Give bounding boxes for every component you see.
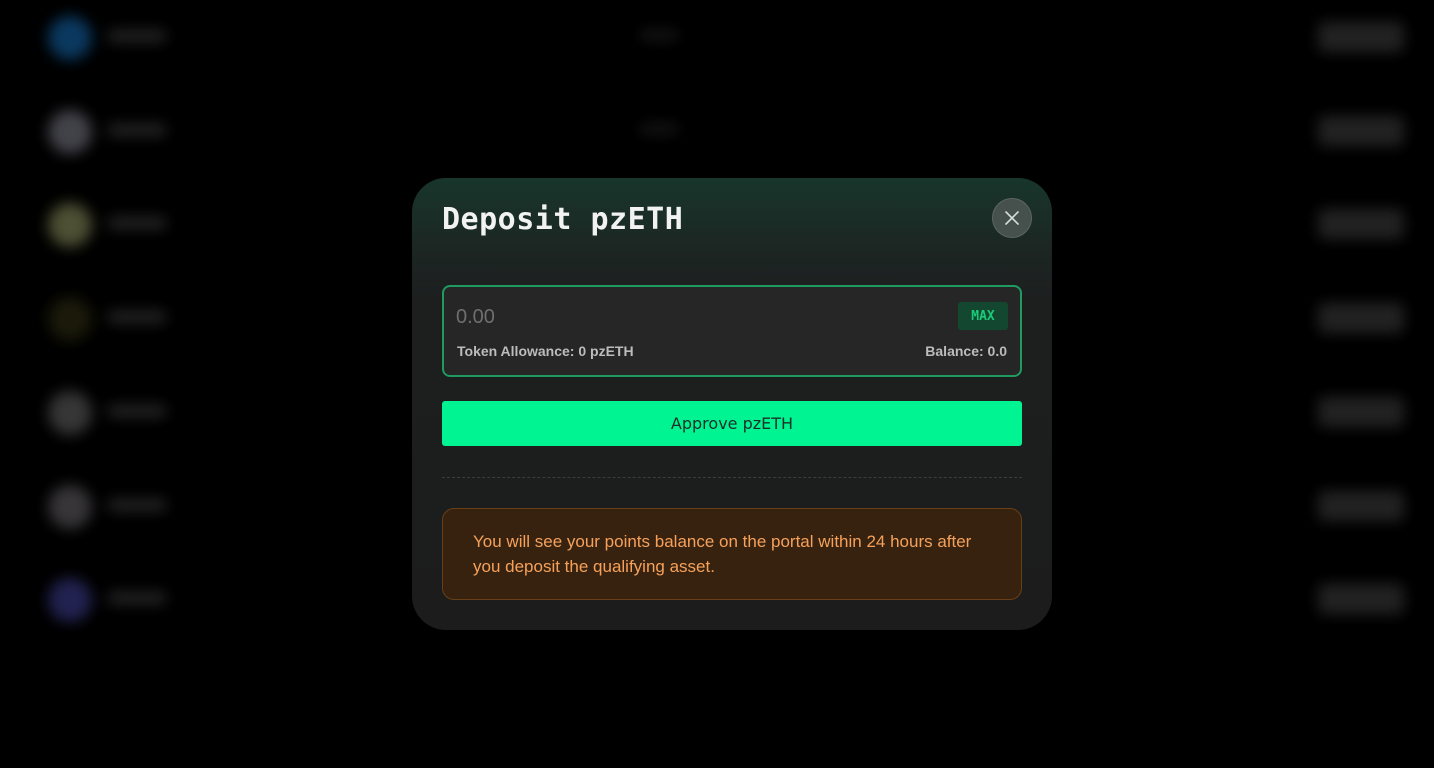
background-text [108, 124, 166, 136]
close-icon [1005, 211, 1019, 225]
points-notice: You will see your points balance on the … [442, 508, 1022, 600]
background-text [108, 405, 166, 417]
background-text [108, 499, 166, 511]
background-row [0, 6, 1434, 66]
amount-input-box: MAX Token Allowance: 0 pzETH Balance: 0.… [442, 285, 1022, 377]
background-avatar [48, 578, 92, 622]
background-avatar [48, 391, 92, 435]
background-avatar [48, 485, 92, 529]
background-row [0, 100, 1434, 160]
divider [442, 477, 1022, 478]
background-button [1318, 303, 1404, 333]
max-button[interactable]: MAX [958, 302, 1008, 330]
background-button [1318, 209, 1404, 239]
balance-text: Balance: 0.0 [925, 343, 1007, 359]
background-button [1318, 116, 1404, 146]
amount-input[interactable] [456, 301, 936, 333]
background-button [1318, 397, 1404, 427]
background-text [108, 311, 166, 323]
background-avatar [48, 110, 92, 154]
background-avatar [48, 16, 92, 60]
background-avatar [48, 297, 92, 341]
modal-title: Deposit pzETH [442, 202, 684, 237]
background-value [640, 30, 678, 40]
close-button[interactable] [992, 198, 1032, 238]
background-text [108, 217, 166, 229]
background-button [1318, 22, 1404, 52]
background-avatar [48, 203, 92, 247]
background-button [1318, 491, 1404, 521]
background-text [108, 30, 166, 42]
approve-button[interactable]: Approve pzETH [442, 401, 1022, 446]
deposit-modal: Deposit pzETH MAX Token Allowance: 0 pzE… [412, 178, 1052, 630]
background-text [108, 592, 166, 604]
background-button [1318, 584, 1404, 614]
background-value [640, 124, 678, 134]
token-allowance-text: Token Allowance: 0 pzETH [457, 343, 634, 359]
